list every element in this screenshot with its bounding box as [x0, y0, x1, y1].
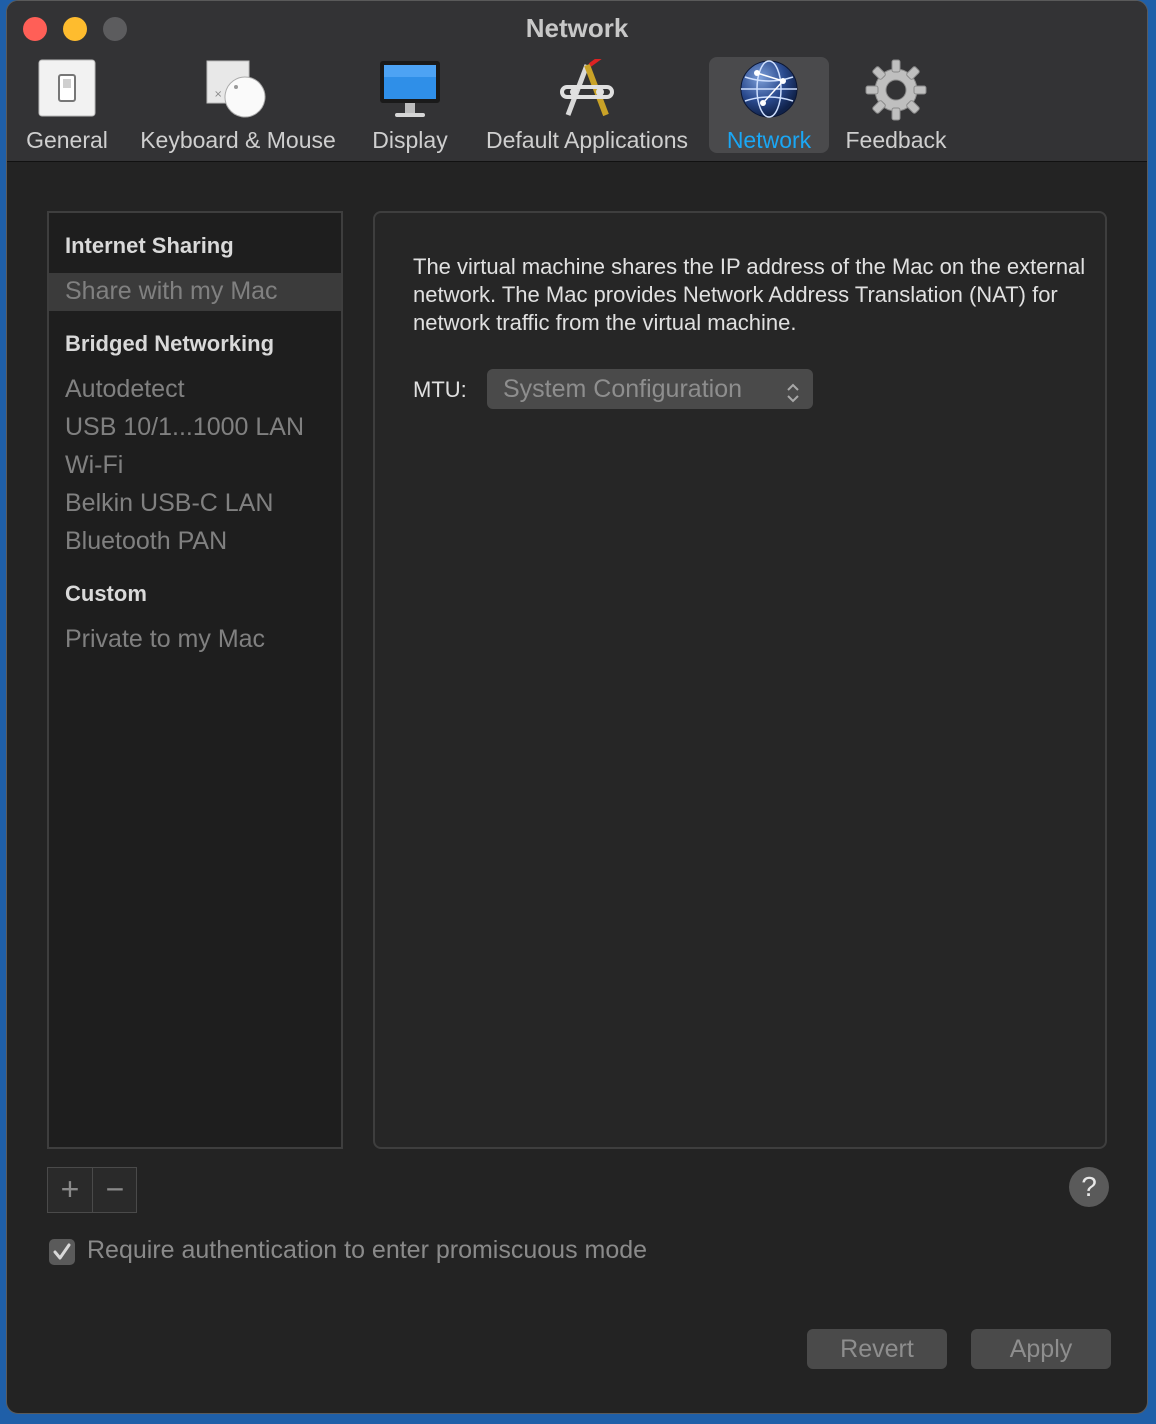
- globe-icon: [739, 59, 799, 125]
- revert-button[interactable]: Revert: [807, 1329, 947, 1369]
- tab-label: Default Applications: [485, 127, 688, 153]
- list-item-usb-lan[interactable]: USB 10/1...1000 LAN: [65, 413, 304, 442]
- add-network-button[interactable]: +: [48, 1168, 93, 1212]
- list-item-share-with-my-mac[interactable]: Share with my Mac: [65, 277, 278, 306]
- help-button[interactable]: ?: [1069, 1167, 1109, 1207]
- tab-feedback[interactable]: Feedback: [841, 57, 951, 153]
- switch-icon: [38, 59, 96, 123]
- list-item-private-to-my-mac[interactable]: Private to my Mac: [65, 625, 265, 654]
- group-header-custom: Custom: [65, 581, 147, 606]
- monitor-icon: [379, 59, 441, 127]
- list-item-wifi[interactable]: Wi-Fi: [65, 451, 123, 480]
- mouse-icon: ×: [205, 59, 271, 127]
- titlebar: Network General × Keyboard & Mouse Displ…: [7, 1, 1147, 162]
- preferences-window: Network General × Keyboard & Mouse Displ…: [6, 0, 1148, 1414]
- group-header-internet-sharing: Internet Sharing: [65, 233, 234, 258]
- tab-general[interactable]: General: [17, 57, 117, 153]
- network-source-list[interactable]: Internet Sharing Share with my Mac Bridg…: [47, 211, 343, 1149]
- tab-default-applications[interactable]: Default Applications: [475, 55, 699, 153]
- promiscuous-auth-label[interactable]: Require authentication to enter promiscu…: [87, 1236, 647, 1265]
- gear-icon: [865, 59, 927, 127]
- network-description: The virtual machine shares the IP addres…: [413, 254, 1086, 335]
- chevron-updown-icon: [785, 377, 801, 417]
- group-header-bridged-networking: Bridged Networking: [65, 331, 275, 356]
- tab-label: Keyboard & Mouse: [140, 127, 336, 153]
- checkmark-icon: [53, 1243, 71, 1260]
- mtu-select[interactable]: System Configuration: [487, 369, 813, 409]
- list-item-belkin-usb-c-lan[interactable]: Belkin USB-C LAN: [65, 489, 273, 518]
- window-title: Network: [525, 13, 629, 43]
- tab-label: Network: [726, 127, 812, 153]
- tab-label: Feedback: [845, 127, 947, 153]
- remove-network-button[interactable]: −: [93, 1168, 137, 1212]
- promiscuous-auth-checkbox[interactable]: [49, 1239, 75, 1265]
- list-controls: + −: [47, 1167, 137, 1213]
- network-detail-panel: The virtual machine shares the IP addres…: [373, 211, 1107, 1149]
- tab-keyboard-mouse[interactable]: × Keyboard & Mouse: [133, 57, 343, 153]
- list-item-autodetect[interactable]: Autodetect: [65, 375, 185, 404]
- mtu-label: MTU:: [413, 377, 467, 402]
- tab-display[interactable]: Display: [363, 57, 457, 153]
- apply-button[interactable]: Apply: [971, 1329, 1111, 1369]
- mtu-select-value: System Configuration: [503, 375, 743, 403]
- app-tools-icon: [554, 55, 620, 127]
- tab-label: Display: [372, 127, 448, 153]
- list-item-bluetooth-pan[interactable]: Bluetooth PAN: [65, 527, 227, 556]
- tab-label: General: [26, 127, 108, 153]
- svg-text:×: ×: [214, 89, 222, 100]
- tab-network[interactable]: Network: [709, 57, 829, 153]
